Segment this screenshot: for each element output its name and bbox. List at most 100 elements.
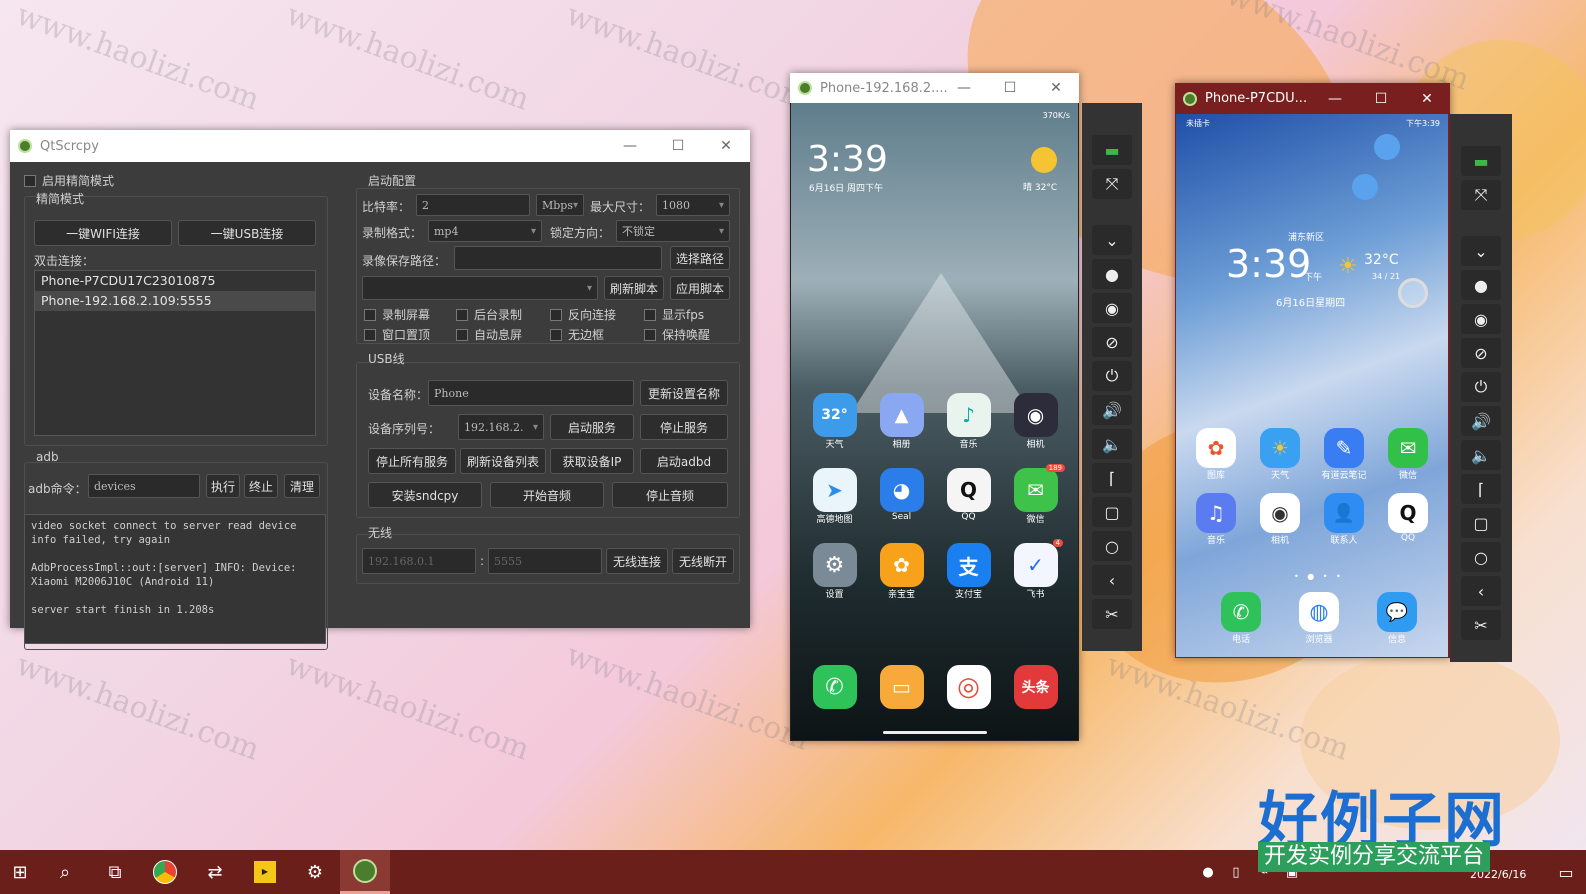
fullscreen-icon[interactable]: ⤧ (1092, 169, 1132, 199)
close-icon[interactable]: ✕ (1033, 73, 1079, 103)
get-device-ip-button[interactable]: 获取设备IP (550, 448, 634, 474)
bitrate-unit-select[interactable]: Mbps (536, 194, 584, 216)
stay-awake-checkbox[interactable]: 保持唤醒 (644, 326, 710, 343)
eye-icon[interactable]: ◉ (1461, 304, 1501, 334)
square-icon[interactable]: ▢ (1461, 508, 1501, 538)
screen-off-icon[interactable]: ● (1092, 259, 1132, 289)
stop-service-button[interactable]: 停止服务 (640, 414, 728, 440)
app-youdao-note[interactable]: ✎ 有道云笔记 (1312, 428, 1376, 481)
chrome-icon[interactable] (140, 850, 190, 894)
dock-messages[interactable]: 💬 信息 (1358, 592, 1436, 645)
task-view-icon[interactable]: ⧉ (90, 850, 140, 894)
record-screen-checkbox[interactable]: 录制屏幕 (364, 306, 430, 323)
close-icon[interactable]: ✕ (702, 130, 750, 162)
close-icon[interactable]: ✕ (1404, 83, 1450, 114)
select-path-button[interactable]: 选择路径 (670, 246, 730, 270)
start-audio-button[interactable]: 开始音频 (490, 482, 604, 508)
device-list[interactable]: Phone-P7CDU17C23010875 Phone-192.168.2.1… (34, 270, 316, 436)
transfer-icon[interactable]: ⇄ (190, 850, 240, 894)
home-icon[interactable]: ○ (1092, 531, 1132, 561)
volume-up-icon[interactable]: 🔊 (1092, 395, 1132, 425)
show-fps-checkbox[interactable]: 显示fps (644, 306, 704, 323)
checkbox-box[interactable] (644, 328, 656, 341)
dock-notes[interactable]: ▭ (868, 665, 935, 709)
power-icon[interactable]: ⏻ (1092, 361, 1132, 391)
tray-usb-icon[interactable]: ▯ (1222, 850, 1250, 894)
lock-orientation-select[interactable]: 不锁定 (616, 220, 730, 242)
checkbox-box[interactable] (644, 308, 656, 321)
app-wechat[interactable]: ✉ 189 微信 (1002, 464, 1069, 525)
reverse-connect-checkbox[interactable]: 反向连接 (550, 306, 616, 323)
app-camera[interactable]: ◉ 相机 (1248, 493, 1312, 546)
auto-screen-off-checkbox[interactable]: 自动息屏 (456, 326, 522, 343)
checkbox-box[interactable] (456, 328, 468, 341)
app-qinbaobao[interactable]: ✿ 亲宝宝 (868, 543, 935, 600)
eye-off-icon[interactable]: ⊘ (1092, 327, 1132, 357)
app-wechat[interactable]: ✉ 微信 (1376, 428, 1440, 481)
home-indicator[interactable] (883, 731, 987, 734)
stop-all-services-button[interactable]: 停止所有服务 (368, 448, 456, 474)
search-icon[interactable]: ⌕ (40, 850, 90, 894)
bitrate-input[interactable]: 2 (416, 194, 530, 216)
app-gallery[interactable]: ▲ 相册 (868, 393, 935, 450)
list-item[interactable]: Phone-P7CDU17C23010875 (35, 271, 315, 291)
assistive-ball[interactable] (1398, 278, 1428, 308)
chevron-down-icon[interactable]: ⌄ (1092, 225, 1132, 255)
scissors-icon[interactable]: ✂ (1461, 610, 1501, 640)
rotate-icon[interactable]: ⌈ (1461, 474, 1501, 504)
minimize-icon[interactable]: — (941, 73, 987, 103)
wifi-connect-button[interactable]: 一键WIFI连接 (34, 220, 172, 246)
home-icon[interactable]: ○ (1461, 542, 1501, 572)
execute-button[interactable]: 执行 (206, 474, 240, 498)
app-weather[interactable]: ☀ 天气 (1248, 428, 1312, 481)
app-weather[interactable]: 32° 天气 (801, 393, 868, 450)
refresh-devices-button[interactable]: 刷新设备列表 (460, 448, 546, 474)
volume-down-icon[interactable]: 🔈 (1461, 440, 1501, 470)
rotate-icon[interactable]: ⌈ (1092, 463, 1132, 493)
gamepad-icon[interactable]: ▬ (1092, 135, 1132, 165)
frameless-checkbox[interactable]: 无边框 (550, 326, 604, 343)
tray-android-icon[interactable]: ● (1194, 850, 1222, 894)
app-music[interactable]: ♫ 音乐 (1184, 493, 1248, 546)
app-amap[interactable]: ➤ 高德地图 (801, 468, 868, 525)
gamepad-icon[interactable]: ▬ (1461, 146, 1501, 176)
checkbox-box[interactable] (550, 308, 562, 321)
record-path-input[interactable] (454, 246, 662, 270)
title-bar[interactable]: Phone-P7CDU... — ☐ ✕ (1175, 83, 1450, 114)
start-service-button[interactable]: 启动服务 (550, 414, 634, 440)
windows-start-icon[interactable]: ⊞ (0, 850, 40, 894)
fullscreen-icon[interactable]: ⤧ (1461, 180, 1501, 210)
stop-audio-button[interactable]: 停止音频 (612, 482, 728, 508)
app-alipay[interactable]: 支支付宝 (935, 543, 1002, 600)
minimize-icon[interactable]: — (1312, 83, 1358, 114)
qtscrcpy-taskbar-icon[interactable] (340, 850, 390, 894)
maximize-icon[interactable]: ☐ (654, 130, 702, 162)
phone1-screen[interactable]: 370K/s 3:39 6月16日 周四下午 晴 32°C 32° 天气 ▲ 相册 … (791, 103, 1078, 740)
app-feishu[interactable]: ✓ 4 飞书 (1002, 539, 1069, 600)
usb-connect-button[interactable]: 一键USB连接 (178, 220, 316, 246)
volume-down-icon[interactable]: 🔈 (1092, 429, 1132, 459)
window-on-top-checkbox[interactable]: 窗口置顶 (364, 326, 430, 343)
checkbox-box[interactable] (364, 308, 376, 321)
refresh-script-button[interactable]: 刷新脚本 (604, 276, 664, 300)
dock-phone[interactable]: ✆ (801, 665, 868, 709)
background-record-checkbox[interactable]: 后台录制 (456, 306, 522, 323)
start-adbd-button[interactable]: 启动adbd (640, 448, 728, 474)
dock-toutiao[interactable]: 头条 (1002, 665, 1069, 709)
app-qq[interactable]: Q QQ (935, 468, 1002, 525)
minimize-icon[interactable]: — (606, 130, 654, 162)
wireless-disconnect-button[interactable]: 无线断开 (672, 548, 734, 574)
clear-button[interactable]: 清理 (284, 474, 320, 498)
checkbox-box[interactable] (24, 174, 36, 187)
settings-gear-icon[interactable]: ⚙ (290, 850, 340, 894)
ip-input[interactable]: 192.168.0.1 (362, 548, 476, 574)
volume-up-icon[interactable]: 🔊 (1461, 406, 1501, 436)
checkbox-box[interactable] (550, 328, 562, 341)
serial-select[interactable]: 192.168.2. (458, 414, 544, 440)
title-bar[interactable]: Phone-192.168.2.... — ☐ ✕ (790, 73, 1079, 103)
checkbox-box[interactable] (364, 328, 376, 341)
log-output[interactable]: video socket connect to server read devi… (24, 514, 326, 644)
dock-chrome[interactable]: ◎ (935, 665, 1002, 709)
app-camera[interactable]: ◉ 相机 (1002, 393, 1069, 450)
maximize-icon[interactable]: ☐ (987, 73, 1033, 103)
